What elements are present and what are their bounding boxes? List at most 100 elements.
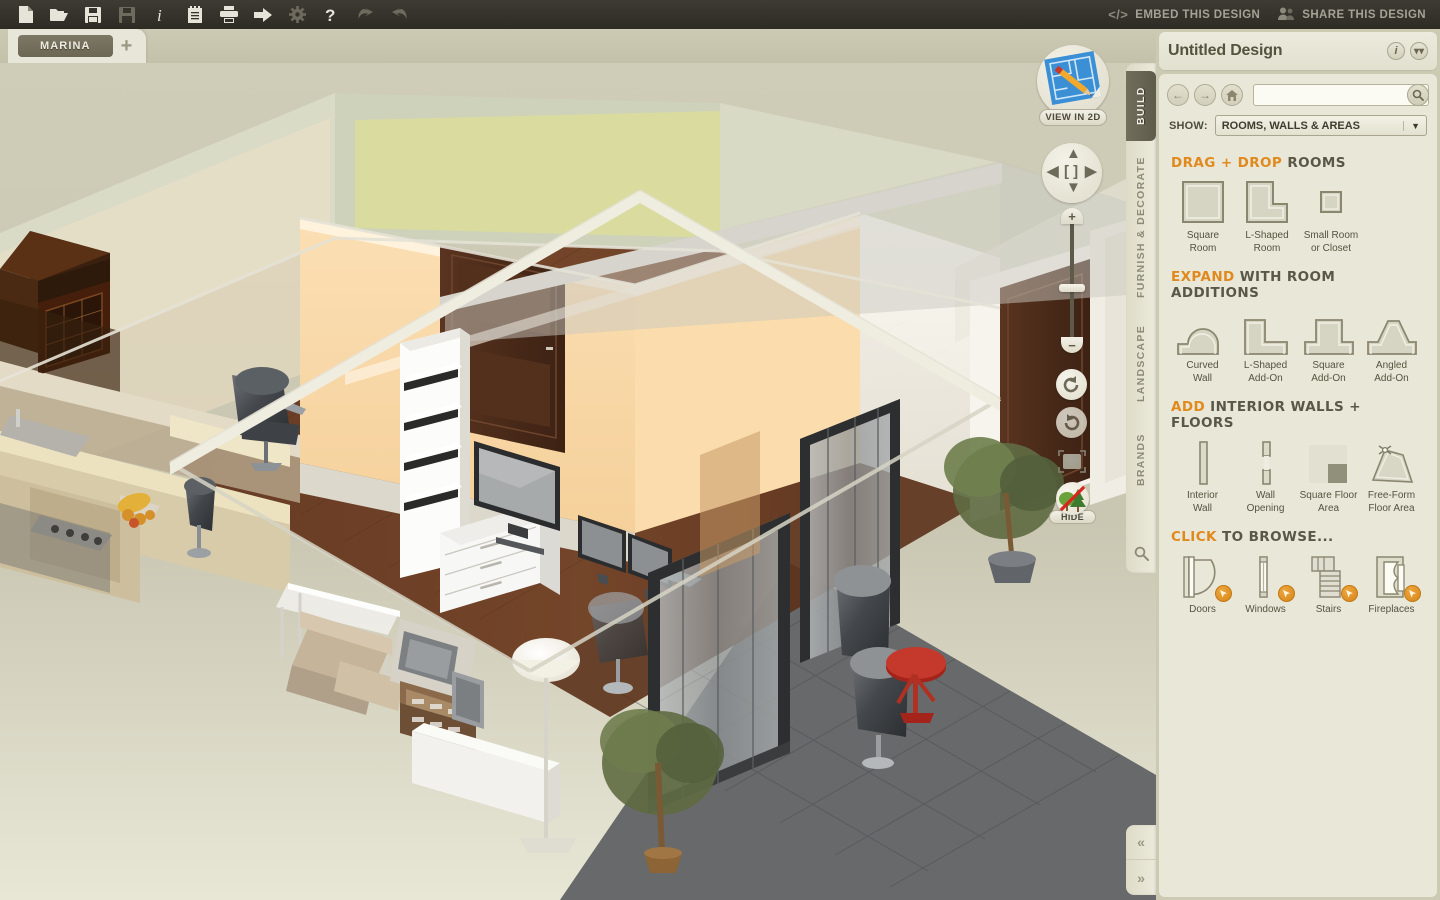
code-brackets-icon: </> [1108,7,1129,22]
open-folder-icon[interactable] [42,0,76,29]
share-design-button[interactable]: SHARE THIS DESIGN [1278,7,1426,23]
pan-dpad[interactable]: ▲ ▼ ◀ ▶ [ ] [1042,143,1102,203]
section-heading: DRAG + DROP ROOMS [1171,155,1425,171]
chevron-down-icon: ▼ [1403,120,1420,131]
windows-caption: Windows [1245,604,1286,615]
l-shaped-add-on-item[interactable]: L-Shaped Add-On [1234,310,1297,385]
l-shaped-add-on-caption: L-Shaped Add-On [1243,360,1288,384]
print-icon[interactable] [212,0,246,29]
home-icon[interactable] [1221,84,1243,106]
nav-forward-button[interactable]: → [1194,84,1216,106]
windows-icon [1234,554,1297,602]
doors-icon [1171,554,1234,602]
l-shaped-room-item[interactable]: L-Shaped Room [1235,180,1299,255]
pan-center-button[interactable]: [ ] [1064,163,1078,180]
info-icon[interactable]: i [1387,42,1405,60]
browse-badge [1341,585,1358,602]
rail-tab-landscape[interactable]: LANDSCAPE [1126,311,1156,415]
embed-design-label: EMBED THIS DESIGN [1135,8,1261,21]
search-icon[interactable] [1126,539,1156,567]
pan-left-button[interactable]: ◀ [1047,162,1059,180]
square-floor-area-icon [1297,440,1360,486]
section-heading-rest: ROOMS [1282,155,1346,171]
zoom-slider-thumb[interactable] [1059,284,1085,292]
rail-tab-furnish-decorate[interactable]: FURNISH & DECORATE [1126,149,1156,305]
fireplaces-icon [1360,554,1423,602]
interior-wall-icon [1171,440,1234,486]
curved-wall-item[interactable]: Curved Wall [1171,310,1234,385]
curved-wall-caption: Curved Wall [1186,360,1219,384]
pan-up-button[interactable]: ▲ [1066,145,1081,162]
curved-wall-icon [1171,310,1234,356]
redo-arrow-icon[interactable] [382,0,416,29]
square-room-icon [1171,180,1235,226]
search-icon[interactable] [1407,84,1429,106]
rotate-left-icon[interactable] [1056,369,1087,400]
add-tab-button[interactable]: + [121,36,133,56]
settings-gear-icon[interactable] [280,0,314,29]
pan-right-button[interactable]: ▶ [1085,162,1097,180]
crop-frame-icon[interactable] [1058,450,1086,474]
collapse-left-button[interactable]: « [1126,825,1156,860]
rail-tab-brands[interactable]: BRANDS [1126,421,1156,499]
wall-opening-caption: Wall Opening [1246,490,1285,514]
square-room-caption: Square Room [1186,230,1220,254]
collapse-right-button[interactable]: » [1126,860,1156,895]
svg-text:i: i [157,6,162,23]
interior-wall-item[interactable]: Interior Wall [1171,440,1234,515]
angled-add-on-item[interactable]: Angled Add-On [1360,310,1423,385]
view-2d-disc [1037,45,1109,117]
panel-search-field[interactable] [1253,84,1429,106]
help-question-icon[interactable]: ? [314,0,348,29]
square-add-on-item[interactable]: Square Add-On [1297,310,1360,385]
home-design-app: i ? </> EMBED THIS DESIGN SHARE THIS DES… [0,0,1440,900]
notes-icon[interactable] [178,0,212,29]
new-document-icon[interactable] [8,0,42,29]
l-shaped-room-caption: L-Shaped Room [1245,230,1289,254]
nav-back-button[interactable]: ← [1167,84,1189,106]
zoom-in-button[interactable]: + [1061,208,1083,224]
section-heading-highlight: CLICK [1171,529,1217,545]
square-floor-area-item[interactable]: Square Floor Area [1297,440,1360,515]
fireplaces-caption: Fireplaces [1368,604,1415,615]
undo-arrow-icon[interactable] [348,0,382,29]
stairs-item[interactable]: Stairs [1297,554,1360,617]
show-filter-row: SHOW: ROOMS, WALLS & AREAS ▼ [1159,112,1437,145]
stairs-icon [1297,554,1360,602]
rail-tab-build[interactable]: BUILD [1126,71,1156,141]
document-tab-bar: MARINA + [8,29,147,63]
info-icon[interactable]: i [144,0,178,29]
square-room-item[interactable]: Square Room [1171,180,1235,255]
embed-design-button[interactable]: </> EMBED THIS DESIGN [1108,7,1260,22]
svg-text:?: ? [325,6,335,23]
design-3d-viewport[interactable] [0,63,1156,900]
panel-header-icons: i ▾▾ [1387,42,1428,60]
zoom-out-button[interactable]: − [1061,337,1083,353]
browse-badge [1404,585,1421,602]
save-as-icon[interactable] [110,0,144,29]
show-select[interactable]: ROOMS, WALLS & AREAS ▼ [1214,115,1427,136]
section-heading-highlight: EXPAND [1171,269,1235,285]
hide-plants-button[interactable]: HIDE [1049,482,1096,524]
chevron-down-icon[interactable]: ▾▾ [1410,42,1428,60]
zoom-slider[interactable]: + − [1059,208,1085,353]
export-icon[interactable] [246,0,280,29]
hide-tree-icon [1056,482,1089,515]
section-room-additions: EXPAND WITH ROOM ADDITIONS Curved Wall L-… [1159,259,1437,389]
doors-item[interactable]: Doors [1171,554,1234,617]
small-room-or-closet-item[interactable]: Small Room or Closet [1299,180,1363,255]
section-heading-highlight: ADD [1171,399,1206,415]
show-label: SHOW: [1169,119,1208,132]
search-input[interactable] [1254,85,1428,105]
wall-opening-item[interactable]: Wall Opening [1234,440,1297,515]
section-items: Curved Wall L-Shaped Add-On Square Add-On [1171,310,1425,385]
free-form-floor-area-item[interactable]: Free-Form Floor Area [1360,440,1423,515]
save-icon[interactable] [76,0,110,29]
fireplaces-item[interactable]: Fireplaces [1360,554,1423,617]
view-in-2d-button[interactable]: VIEW IN 2D [1037,45,1109,126]
tab-strip-background [0,29,1156,63]
windows-item[interactable]: Windows [1234,554,1297,617]
rotate-right-icon[interactable] [1056,407,1087,438]
document-tab-marina[interactable]: MARINA [18,35,113,57]
pan-down-button[interactable]: ▼ [1066,179,1081,196]
